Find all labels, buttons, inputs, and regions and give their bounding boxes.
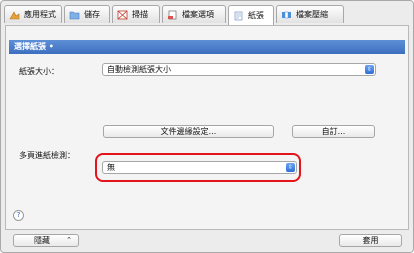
tab-save[interactable]: 儲存 — [64, 5, 110, 23]
tab-paper[interactable]: 紙張 — [228, 5, 274, 25]
app-icon — [9, 10, 20, 20]
hide-label: 隱藏 — [34, 236, 50, 245]
chevron-up-icon: ⌃ — [66, 236, 72, 244]
tab-scan-label: 掃描 — [132, 10, 148, 19]
section-title: 選擇紙張 — [14, 42, 46, 51]
compression-icon — [281, 10, 292, 20]
tab-file-options-label: 檔案選項 — [182, 10, 214, 19]
multifeed-label: 多頁進紙檢測： — [19, 151, 75, 160]
file-options-icon — [167, 10, 178, 20]
apply-button[interactable]: 套用 — [339, 234, 402, 247]
custom-button[interactable]: 自訂... — [292, 125, 375, 138]
tab-paper-label: 紙張 — [248, 11, 264, 20]
tab-bar: 應用程式 儲存 掃描 檔案選項 紙張 檔案壓縮 — [4, 5, 410, 25]
tab-compression-label: 檔案壓縮 — [296, 10, 328, 19]
settings-window: 應用程式 儲存 掃描 檔案選項 紙張 檔案壓縮 選擇紙張 • 紙張大小： 自動檢… — [0, 0, 414, 253]
tab-save-label: 儲存 — [84, 10, 100, 19]
tab-file-options[interactable]: 檔案選項 — [162, 5, 226, 23]
multifeed-select[interactable]: 無 ⇳ — [102, 161, 297, 174]
tab-scan[interactable]: 掃描 — [112, 5, 160, 23]
help-button[interactable]: ? — [13, 210, 24, 221]
paper-size-label: 紙張大小： — [19, 67, 59, 76]
paper-size-select[interactable]: 自動檢測紙張大小 ⇳ — [102, 63, 376, 76]
scan-icon — [117, 10, 128, 20]
hide-button[interactable]: 隱藏 ⌃ — [13, 234, 79, 247]
tab-application-label: 應用程式 — [24, 10, 56, 19]
file-margin-button[interactable]: 文件邊緣設定... — [103, 125, 274, 138]
paper-icon — [233, 11, 244, 21]
chevron-updown-icon: ⇳ — [365, 65, 374, 74]
paper-size-value: 自動檢測紙張大小 — [107, 65, 171, 74]
tab-application[interactable]: 應用程式 — [4, 5, 62, 23]
section-header: 選擇紙張 • — [9, 40, 405, 54]
multifeed-value: 無 — [107, 163, 115, 172]
tab-compression[interactable]: 檔案壓縮 — [276, 5, 344, 23]
section-bullet-icon: • — [46, 42, 54, 51]
chevron-updown-icon: ⇳ — [286, 163, 295, 172]
folder-icon — [69, 10, 80, 20]
